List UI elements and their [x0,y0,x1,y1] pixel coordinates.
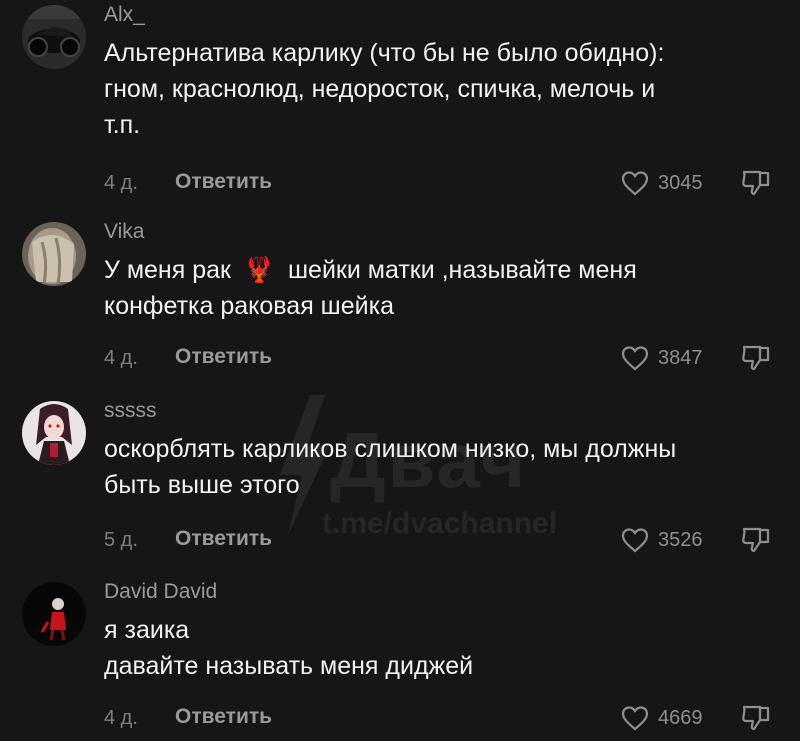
comment-line: быть выше этого [104,471,300,499]
heart-icon [621,346,649,371]
comment-line: давайте называть меня диджей [104,652,474,680]
reply-button[interactable]: Ответить [175,170,272,194]
dislike-button[interactable] [740,703,772,733]
lobster-emoji: 🦞 [243,256,276,284]
avatar[interactable] [22,401,86,465]
anime-girl-icon [22,401,86,465]
motorcycle-icon [22,5,86,69]
comment-line: т.п. [104,111,141,139]
username[interactable]: Alx_ [104,3,145,27]
dark-figure-icon [22,582,86,646]
dislike-button[interactable] [740,525,772,555]
dislike-button[interactable] [740,168,772,198]
reply-button[interactable]: Ответить [175,345,272,369]
heart-icon [621,171,649,196]
username[interactable]: Vika [104,220,144,244]
comment: Alx_ Альтернатива карлику (что бы не был… [0,3,800,198]
comment-text: я заика давайте называть меня диджей [104,612,784,684]
comment-line: я заика [104,616,190,644]
comment-actions: 4 д. Ответить 4669 [0,703,800,733]
comment-line: У меня рак 🦞 шейки матки ,называйте меня [104,252,784,288]
like-count: 4669 [658,706,703,729]
like-button[interactable]: 3526 [620,525,703,555]
like-button[interactable]: 3847 [620,343,703,373]
comment-line-part: шейки матки ,называйте меня [288,256,637,284]
avatar[interactable] [22,222,86,286]
reply-button[interactable]: Ответить [175,527,272,551]
comment-line: Альтернатива карлику (что бы не было оби… [104,39,665,67]
comment-age: 5 д. [104,529,138,551]
comment: David David я заика давайте называть мен… [0,580,800,741]
comment-text: оскорблять карликов слишком низко, мы до… [104,431,784,503]
comment-line: конфетка раковая шейка [104,292,394,320]
comment: Vika У меня рак 🦞 шейки матки ,называйте… [0,220,800,382]
hair-photo-icon [22,222,86,286]
username[interactable]: sssss [104,399,157,423]
comment-line: гном, краснолюд, недоросток, спичка, мел… [104,75,656,103]
thumbs-down-icon [742,705,770,731]
thumbs-down-icon [742,527,770,553]
dislike-button[interactable] [740,343,772,373]
comment-actions: 4 д. Ответить 3045 [0,168,800,198]
like-button[interactable]: 3045 [620,168,703,198]
like-count: 3526 [658,528,703,551]
comment-actions: 4 д. Ответить 3847 [0,343,800,373]
avatar[interactable] [22,5,86,69]
like-count: 3847 [658,346,703,369]
username[interactable]: David David [104,580,217,604]
avatar[interactable] [22,582,86,646]
comment-line-part: У меня рак [104,256,231,284]
comment-age: 4 д. [104,172,138,194]
reply-button[interactable]: Ответить [175,705,272,729]
heart-icon [621,528,649,553]
thumbs-down-icon [742,345,770,371]
thumbs-down-icon [742,170,770,196]
comment-age: 4 д. [104,347,138,369]
comment-text: Альтернатива карлику (что бы не было оби… [104,35,784,143]
like-button[interactable]: 4669 [620,703,703,733]
comment: sssss оскорблять карликов слишком низко,… [0,399,800,561]
comment-text: У меня рак 🦞 шейки матки ,называйте меня… [104,252,784,324]
heart-icon [621,706,649,731]
like-count: 3045 [658,171,703,194]
comment-actions: 5 д. Ответить 3526 [0,525,800,555]
comment-line: оскорблять карликов слишком низко, мы до… [104,435,677,463]
comment-age: 4 д. [104,707,138,729]
